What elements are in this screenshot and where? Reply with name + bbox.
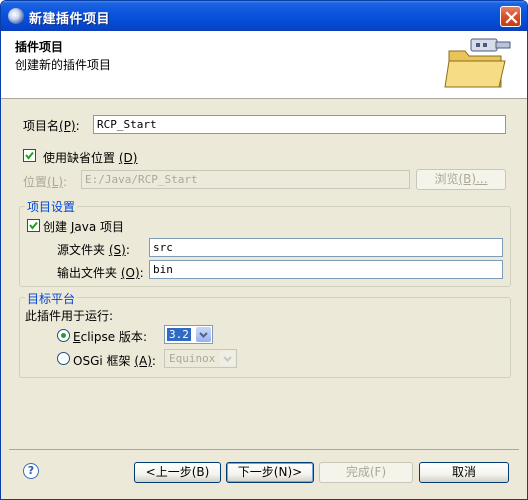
dropdown-button[interactable] xyxy=(220,351,235,366)
source-folder-label: 源文件夹 (S): xyxy=(57,243,130,257)
header-subtitle: 创建新的插件项目 xyxy=(15,58,112,72)
header-title: 插件项目 xyxy=(15,40,64,54)
use-default-location-label: 使用缺省位置 (D) xyxy=(43,151,138,165)
new-plugin-project-dialog: 新建插件项目 插件项目 创建新的插件项目 项目名(P): RCP_Start 使… xyxy=(0,0,528,500)
close-button[interactable] xyxy=(500,6,521,27)
chevron-down-icon xyxy=(223,356,232,362)
project-name-label: 项目名(P): xyxy=(23,119,80,133)
radio-selected-dot xyxy=(61,333,66,338)
help-icon[interactable]: ? xyxy=(23,463,39,479)
output-folder-input[interactable]: bin xyxy=(149,260,503,279)
project-name-input[interactable]: RCP_Start xyxy=(93,115,506,134)
chevron-down-icon xyxy=(199,332,208,338)
finish-button[interactable]: 完成(F) xyxy=(319,462,413,483)
create-java-project-checkbox[interactable] xyxy=(27,219,40,232)
title-bar[interactable]: 新建插件项目 xyxy=(1,1,527,31)
checkmark-icon xyxy=(25,151,34,160)
wizard-header: 插件项目 创建新的插件项目 xyxy=(1,31,527,99)
eclipse-icon xyxy=(8,8,24,24)
eclipse-version-value: 3.2 xyxy=(167,328,191,341)
eclipse-version-label: Eclipse 版本: xyxy=(73,330,147,344)
output-folder-label: 输出文件夹 (O): xyxy=(57,266,144,280)
close-icon xyxy=(505,11,518,24)
back-button[interactable]: <上一步(B) xyxy=(134,462,221,483)
project-settings-title: 项目设置 xyxy=(25,198,78,215)
create-java-project-label: 创建 Java 项目 xyxy=(43,220,124,234)
browse-button[interactable]: 浏览(B)... xyxy=(416,169,506,190)
footer-separator xyxy=(9,449,519,450)
source-folder-input[interactable]: src xyxy=(149,238,503,257)
location-input[interactable]: E:/Java/RCP_Start xyxy=(81,170,410,189)
checkmark-icon xyxy=(29,221,38,230)
use-default-location-checkbox[interactable] xyxy=(23,149,36,162)
target-platform-intro: 此插件用于运行: xyxy=(25,309,114,323)
dropdown-button[interactable] xyxy=(196,327,211,342)
osgi-framework-value: Equinox xyxy=(169,352,216,365)
osgi-framework-radio[interactable] xyxy=(57,352,70,365)
window-title: 新建插件项目 xyxy=(29,12,111,27)
cancel-button[interactable]: 取消 xyxy=(419,462,509,483)
eclipse-version-select[interactable]: 3.2 xyxy=(164,325,213,344)
location-label: 位置(L): xyxy=(23,175,68,189)
next-button[interactable]: 下一步(N)> xyxy=(226,462,314,483)
osgi-framework-select[interactable]: Equinox xyxy=(164,349,237,368)
osgi-framework-label: OSGi 框架 (A): xyxy=(73,354,156,368)
target-platform-title: 目标平台 xyxy=(25,290,78,307)
eclipse-version-radio[interactable] xyxy=(57,329,70,342)
plugin-folder-icon xyxy=(444,38,511,88)
